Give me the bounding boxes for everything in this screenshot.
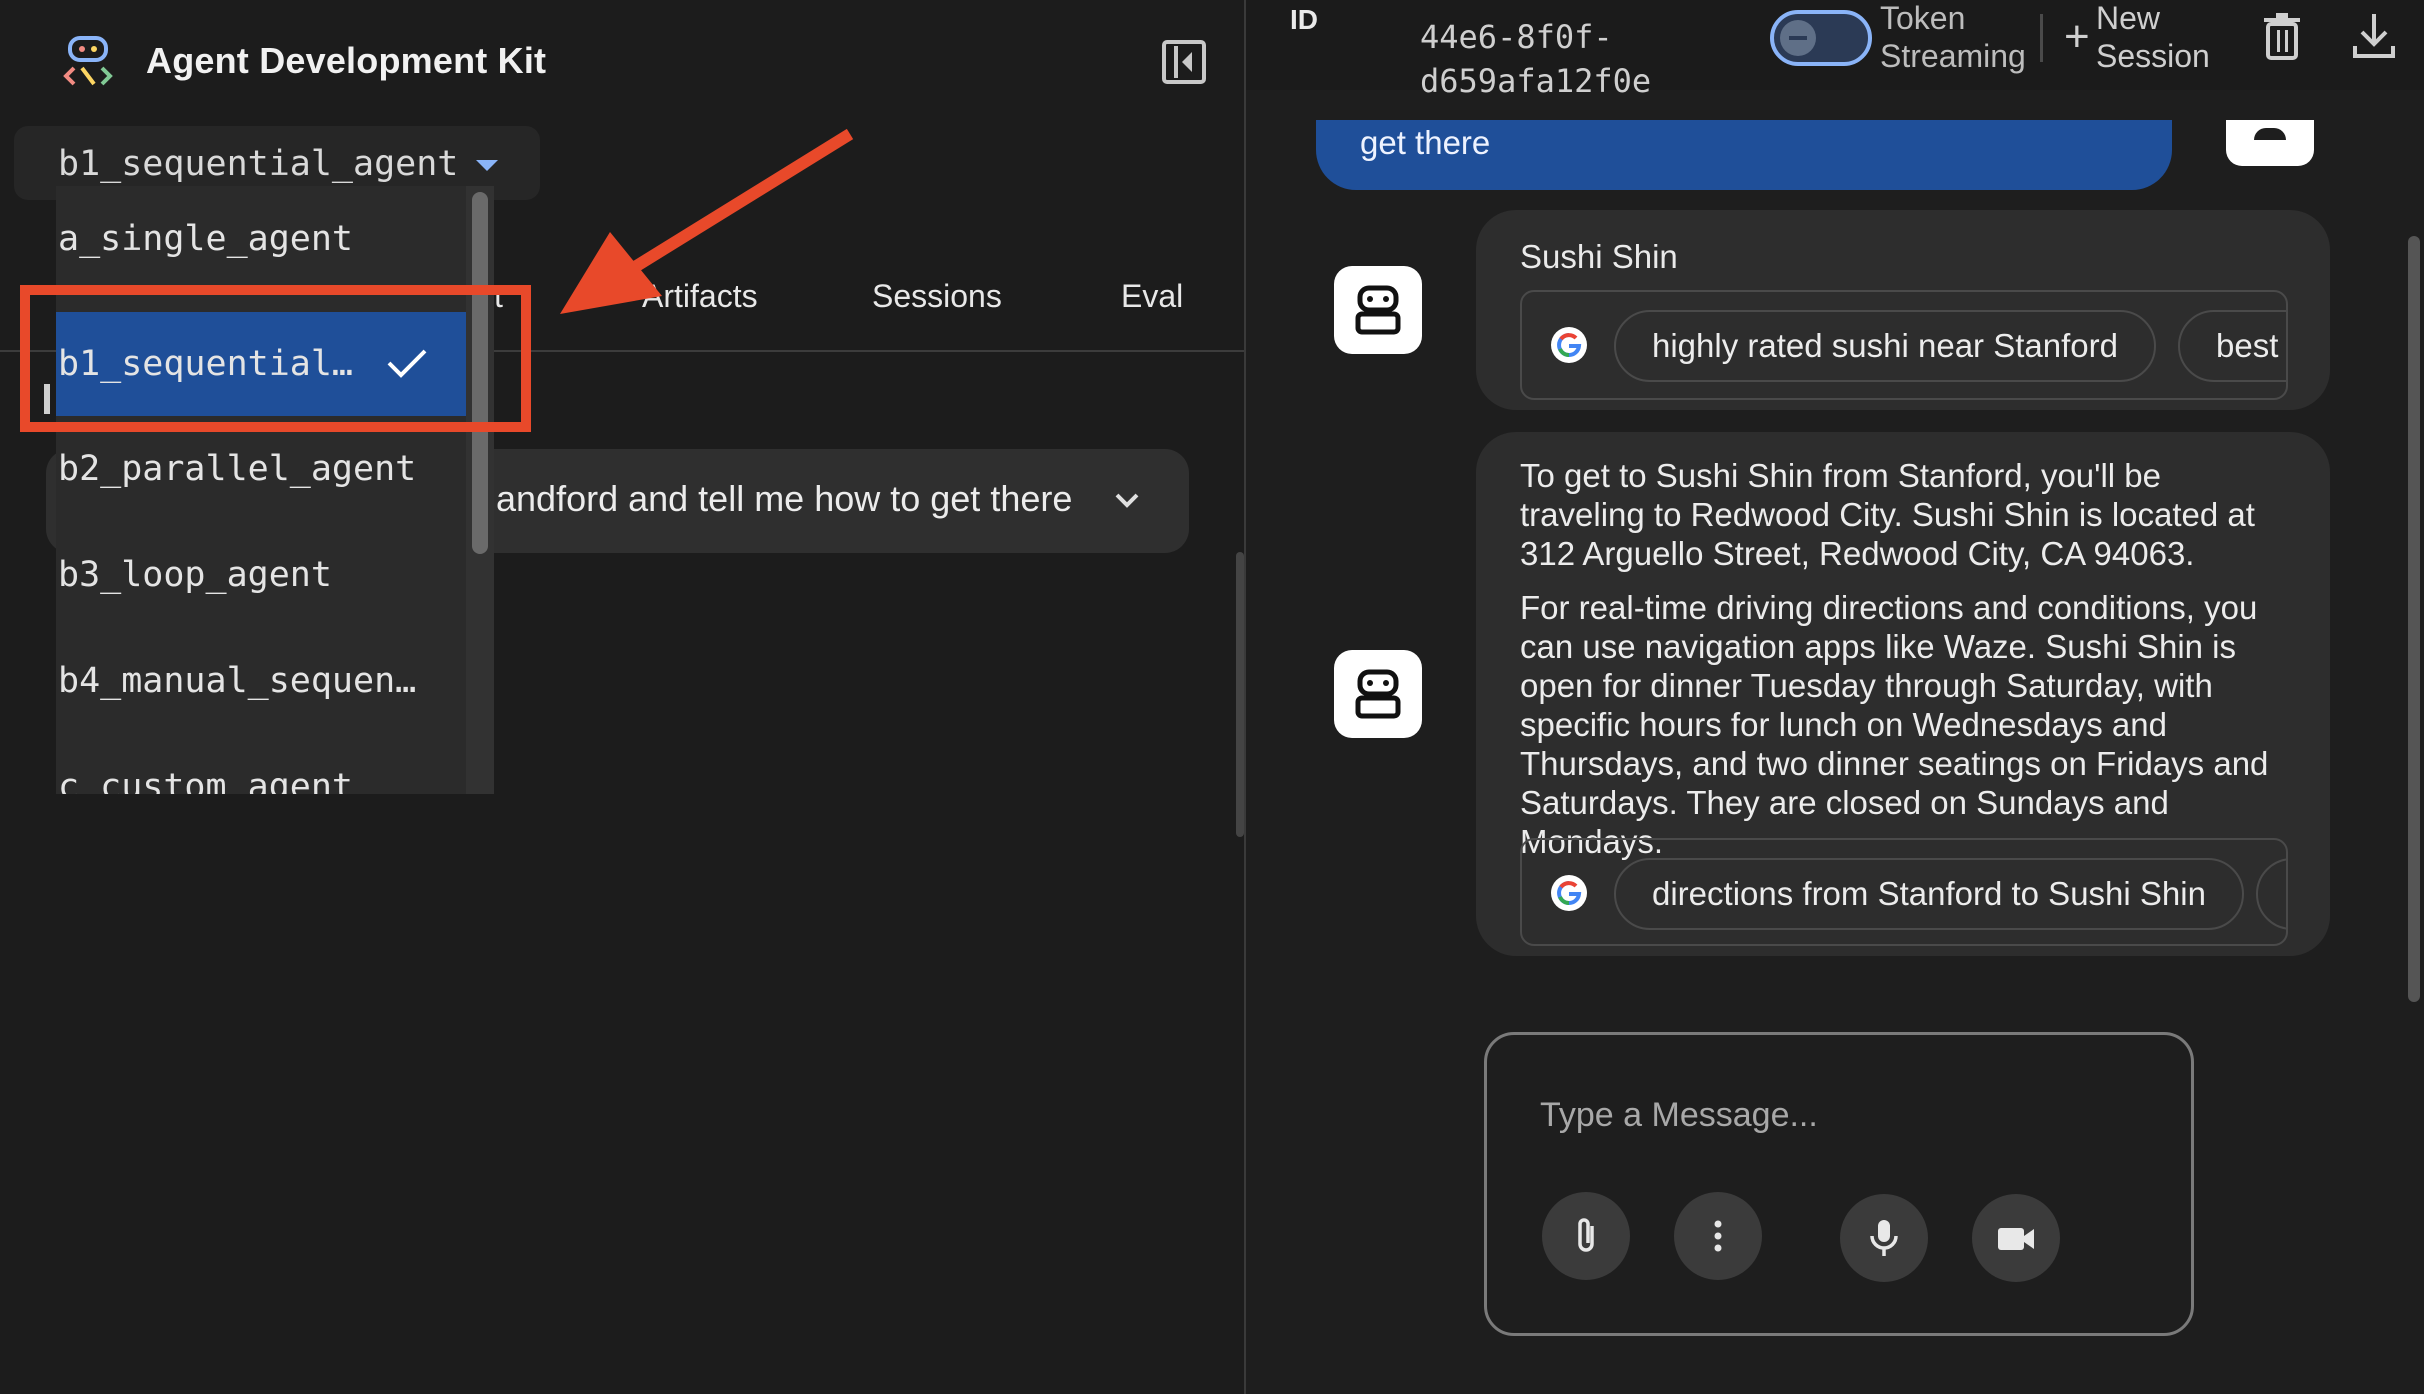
event-row-text: andford and tell me how to get there <box>496 478 1073 519</box>
download-icon[interactable] <box>2352 12 2396 60</box>
mic-icon <box>1870 1220 1898 1256</box>
collapse-sidebar-button[interactable] <box>1162 40 1206 84</box>
app-title: Agent Development Kit <box>146 40 547 81</box>
message-composer <box>1484 1032 2194 1336</box>
toggle-knob <box>1780 20 1816 56</box>
agent-dropdown-menu: a_single_agent b1_sequential… b2_paralle… <box>56 186 494 794</box>
google-icon <box>1551 327 1587 363</box>
search-suggestions: highly rated sushi near Stanford best su… <box>1520 290 2288 400</box>
bot-message-paragraph: For real-time driving directions and con… <box>1520 589 2269 860</box>
tab-eval[interactable]: Eval <box>1121 278 1183 315</box>
annotation-highlight-box <box>20 285 531 432</box>
dropdown-option[interactable]: b4_manual_sequen… <box>56 628 466 734</box>
sidebar-bar-icon <box>1174 46 1178 78</box>
chat-scrollbar[interactable] <box>2408 236 2420 1002</box>
token-streaming-toggle[interactable] <box>1770 10 1872 66</box>
videocam-icon <box>1998 1228 2034 1250</box>
search-chip[interactable]: best sushi <box>2178 310 2286 382</box>
toolbar-separator <box>2040 14 2043 62</box>
bot-avatar <box>1334 266 1422 354</box>
session-id-label: ID <box>1290 4 1318 35</box>
video-button[interactable] <box>1972 1194 2060 1282</box>
microphone-button[interactable] <box>1840 1194 1928 1282</box>
chevron-down-icon[interactable] <box>1112 485 1142 515</box>
session-id-value: d659afa12f0e <box>1420 62 1652 100</box>
robot-icon <box>1355 669 1401 719</box>
caret-down-icon <box>476 160 498 171</box>
session-id-value: 44e6-8f0f- <box>1420 18 1613 56</box>
annotation-arrow-icon <box>560 128 854 314</box>
search-suggestions: directions from Stanford to Sushi Shin <box>1520 838 2288 946</box>
search-chip[interactable]: directions from Stanford to Sushi Shin <box>1614 858 2244 930</box>
search-chip-overflow[interactable] <box>2256 858 2286 930</box>
attach-button[interactable] <box>1542 1192 1630 1280</box>
more-vert-icon <box>1714 1220 1722 1252</box>
tab-sessions[interactable]: Sessions <box>872 278 1002 315</box>
robot-icon <box>1355 285 1401 335</box>
search-chip[interactable]: highly rated sushi near Stanford <box>1614 310 2156 382</box>
google-icon <box>1551 875 1587 911</box>
more-options-button[interactable] <box>1674 1192 1762 1280</box>
message-input[interactable] <box>1540 1092 2120 1138</box>
collapse-arrow-icon <box>1182 52 1192 72</box>
dropdown-option[interactable]: c_custom_agent <box>56 734 466 794</box>
bot-message-paragraph: To get to Sushi Shin from Stanford, you'… <box>1520 457 2255 572</box>
bot-message-text: Sushi Shin <box>1520 238 1678 275</box>
paperclip-icon <box>1578 1218 1594 1252</box>
bot-avatar <box>1334 650 1422 738</box>
new-session-button[interactable]: Session <box>2096 38 2210 75</box>
user-avatar <box>2226 120 2314 166</box>
token-streaming-label: Token <box>1880 0 1966 36</box>
plus-icon[interactable]: + <box>2064 12 2090 62</box>
left-scrollbar[interactable] <box>1236 552 1244 837</box>
dropdown-option[interactable]: b3_loop_agent <box>56 522 466 628</box>
token-streaming-label: Streaming <box>1880 38 2026 74</box>
adk-logo-icon <box>63 36 113 86</box>
agent-select-value: b1_sequential_agent <box>58 144 459 184</box>
delete-icon[interactable] <box>2262 12 2302 60</box>
dropdown-option[interactable]: a_single_agent <box>56 186 466 292</box>
user-message-text: get there <box>1360 124 1491 161</box>
new-session-button[interactable]: New <box>2096 0 2160 37</box>
